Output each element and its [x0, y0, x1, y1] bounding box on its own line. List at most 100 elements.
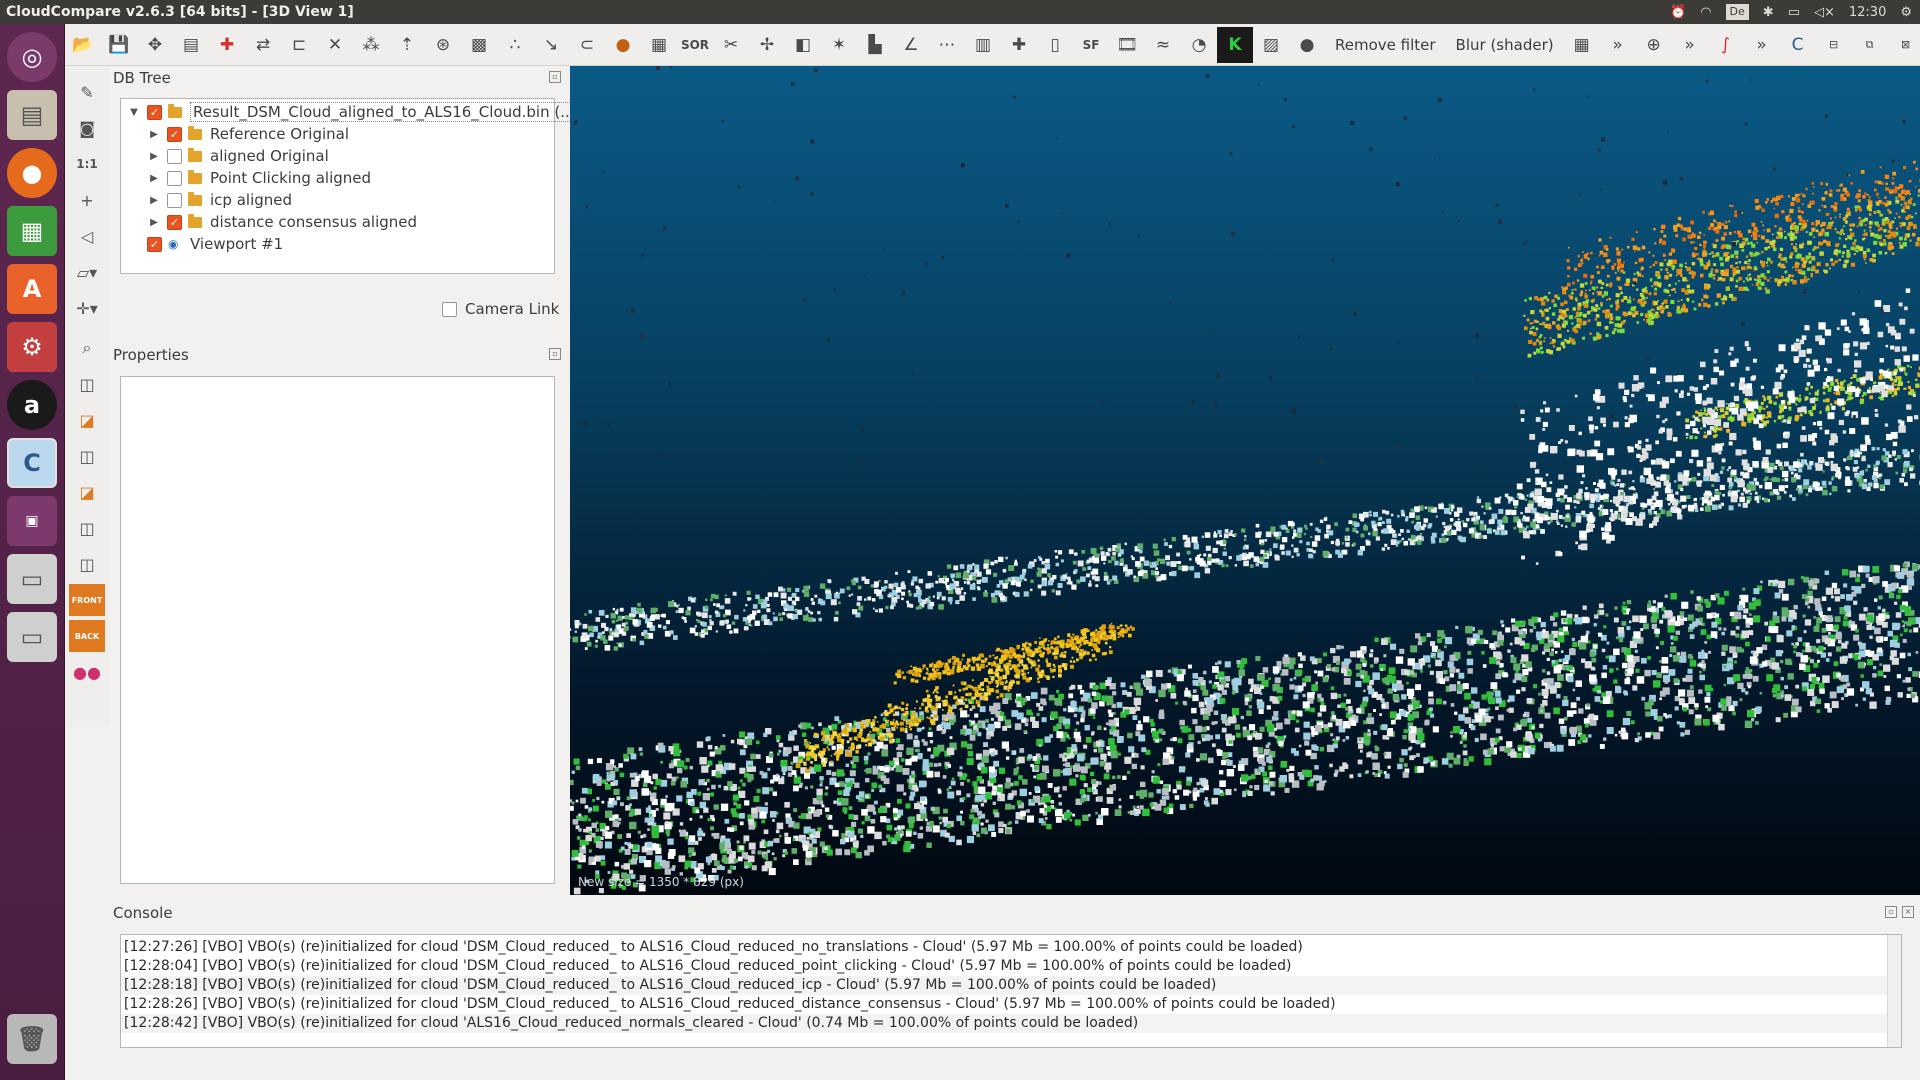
properties-panel[interactable]: [120, 376, 555, 884]
noise-icon[interactable]: ▨: [1253, 27, 1289, 63]
remove-filter-button[interactable]: Remove filter: [1325, 36, 1446, 54]
chat-icon[interactable]: ◔: [1181, 27, 1217, 63]
toolbar-overflow-icon[interactable]: »: [1672, 27, 1708, 63]
spreadsheet-icon[interactable]: ▦: [7, 206, 57, 256]
back-label-button[interactable]: BACK: [69, 620, 105, 652]
sor-filter-icon[interactable]: SOR: [677, 27, 713, 63]
zoom-icon[interactable]: ⌕: [69, 332, 105, 364]
drive-icon[interactable]: ▭: [7, 612, 57, 662]
front-view-icon[interactable]: ◪: [69, 404, 105, 436]
sphere-icon[interactable]: ●: [1289, 27, 1325, 63]
left-view-icon[interactable]: ◫: [69, 440, 105, 472]
tree-item-viewport[interactable]: ✓ ◉ Viewport #1: [147, 233, 283, 255]
amazon-icon[interactable]: a: [7, 380, 57, 430]
edl-icon[interactable]: ▦: [1564, 27, 1600, 63]
battery-icon[interactable]: ▭: [1788, 5, 1800, 20]
sample-points-icon[interactable]: ⁂: [353, 27, 389, 63]
wifi-icon[interactable]: ◠: [1700, 5, 1711, 20]
iso-view-icon[interactable]: ◫: [69, 548, 105, 580]
wave-icon[interactable]: ≈: [1145, 27, 1181, 63]
volume-icon[interactable]: ◁×: [1814, 5, 1835, 20]
camera-icon[interactable]: ◙: [69, 112, 105, 144]
ubuntu-dash-icon[interactable]: ◎: [7, 32, 57, 82]
add-icon[interactable]: ✚: [1001, 27, 1037, 63]
dbtree-float-icon[interactable]: ▫: [549, 71, 561, 83]
open-icon[interactable]: 📂: [65, 27, 101, 63]
tree-item-checkbox[interactable]: ✓: [147, 104, 162, 120]
octree-icon[interactable]: ⊛: [425, 27, 461, 63]
top-view-icon[interactable]: ◫: [69, 368, 105, 400]
console-close-icon[interactable]: ×: [1902, 906, 1914, 918]
tree-item-checkbox[interactable]: [167, 148, 182, 164]
center-icon[interactable]: +: [69, 184, 105, 216]
move-icon[interactable]: ✢: [749, 27, 785, 63]
tree-item-checkbox[interactable]: ✓: [147, 236, 162, 252]
trash-icon[interactable]: 🗑: [7, 1014, 57, 1064]
histogram-icon[interactable]: ▙: [857, 27, 893, 63]
film-icon[interactable]: 🎞: [1109, 27, 1145, 63]
bluetooth-icon[interactable]: ✱: [1763, 5, 1774, 20]
view-3d[interactable]: New size = 1350 * 829 (px): [570, 66, 1920, 895]
lighting-icon[interactable]: ▱▾: [69, 256, 105, 288]
plane-icon[interactable]: ◧: [785, 27, 821, 63]
expand-arrow-icon[interactable]: ▶: [147, 151, 161, 162]
tree-item-distance-consensus-aligned[interactable]: ▶ ✓ distance consensus aligned: [147, 211, 417, 233]
console-float-icon[interactable]: ▫: [1885, 906, 1897, 918]
firefox-icon[interactable]: ●: [7, 148, 57, 198]
blur-shader-button[interactable]: Blur (shader): [1446, 36, 1564, 54]
star-icon[interactable]: ✶: [821, 27, 857, 63]
segment-icon[interactable]: ▤: [173, 27, 209, 63]
pipette-icon[interactable]: ✎: [69, 76, 105, 108]
tree-item-checkbox[interactable]: [167, 170, 182, 186]
align-icon[interactable]: ⇄: [245, 27, 281, 63]
blob-icon[interactable]: ●: [605, 27, 641, 63]
software-center-icon[interactable]: A: [7, 264, 57, 314]
tree-item-aligned-original[interactable]: ▶ aligned Original: [147, 145, 329, 167]
calculator-icon[interactable]: ▯: [1037, 27, 1073, 63]
file-manager-icon[interactable]: ▤: [7, 90, 57, 140]
merge-icon[interactable]: ⊏: [281, 27, 317, 63]
expand-arrow-icon[interactable]: ▶: [147, 129, 161, 140]
grid-icon[interactable]: ▥: [965, 27, 1001, 63]
keyboard-layout-indicator[interactable]: De: [1725, 4, 1749, 20]
close-icon[interactable]: ⊠: [1888, 27, 1920, 63]
point-cloud-render[interactable]: [570, 66, 1920, 895]
filter-icon[interactable]: ⋯: [929, 27, 965, 63]
save-icon[interactable]: 💾: [101, 27, 137, 63]
graph-icon[interactable]: ∠: [893, 27, 929, 63]
clock[interactable]: 12:30: [1849, 5, 1886, 20]
workspace-switcher-icon[interactable]: ▣: [7, 496, 57, 546]
register-icon[interactable]: ↘: [533, 27, 569, 63]
point-picking-icon[interactable]: ✚: [209, 27, 245, 63]
perspective-icon[interactable]: ◁: [69, 220, 105, 252]
stereo-icon[interactable]: ●●: [69, 656, 105, 688]
cloudcompare-icon[interactable]: C: [7, 438, 57, 488]
tree-item-icp-aligned[interactable]: ▶ icp aligned: [147, 189, 292, 211]
delete-icon[interactable]: ✕: [317, 27, 353, 63]
alarm-clock-icon[interactable]: ⏰: [1670, 5, 1686, 20]
bottom-view-icon[interactable]: ◫: [69, 512, 105, 544]
checkerboard-icon[interactable]: ▦: [641, 27, 677, 63]
camera-link-toggle[interactable]: Camera Link: [442, 300, 559, 318]
console-log[interactable]: [12:27:26] [VBO] VBO(s) (re)initialized …: [120, 934, 1902, 1048]
tree-item-checkbox[interactable]: ✓: [167, 126, 182, 142]
right-view-icon[interactable]: ◪: [69, 476, 105, 508]
kd-tree-icon[interactable]: ⊕: [1636, 27, 1672, 63]
restore-icon[interactable]: ⧉: [1852, 27, 1888, 63]
scalar-field-icon[interactable]: SF: [1073, 27, 1109, 63]
normals-icon[interactable]: ⇡: [389, 27, 425, 63]
subsample-icon[interactable]: ∴: [497, 27, 533, 63]
minimize-icon[interactable]: ⊟: [1816, 27, 1852, 63]
mesh-icon[interactable]: ▩: [461, 27, 497, 63]
tree-item-point-clicking-aligned[interactable]: ▶ Point Clicking aligned: [147, 167, 371, 189]
translate-rotate-icon[interactable]: ✥: [137, 27, 173, 63]
tree-item-reference-original[interactable]: ▶ ✓ Reference Original: [147, 123, 349, 145]
pivot-icon[interactable]: ✛▾: [69, 292, 105, 324]
expand-arrow-icon[interactable]: ▶: [147, 173, 161, 184]
toolbar-overflow-icon[interactable]: »: [1744, 27, 1780, 63]
toolbar-overflow-icon[interactable]: »: [1600, 27, 1636, 63]
camera-link-checkbox[interactable]: [442, 301, 457, 317]
cc-logo-icon[interactable]: C: [1780, 27, 1816, 63]
expand-arrow-icon[interactable]: ▶: [147, 217, 161, 228]
properties-float-icon[interactable]: ▫: [549, 348, 561, 360]
